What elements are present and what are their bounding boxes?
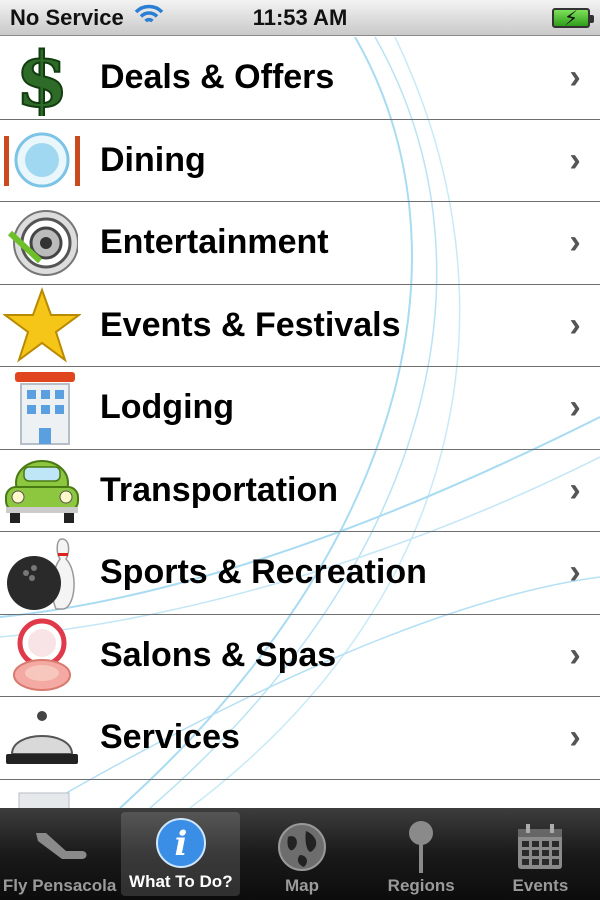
tab-fly-pensacola[interactable]: Fly Pensacola (0, 808, 119, 900)
chevron-right-icon: › (569, 553, 581, 592)
chevron-right-icon: › (569, 223, 581, 262)
list-item-salons-spas[interactable]: Salons & Spas › (0, 615, 600, 697)
list-item-partial[interactable] (0, 780, 600, 808)
list-item-deals[interactable]: $ Deals & Offers › (0, 37, 600, 120)
chevron-right-icon: › (569, 718, 581, 757)
tab-events[interactable]: Events (481, 808, 600, 900)
tab-label: Fly Pensacola (2, 876, 117, 895)
tab-label: Regions (387, 876, 455, 895)
list-item-sports-recreation[interactable]: Sports & Recreation › (0, 532, 600, 615)
list-item-label: Sports & Recreation (100, 553, 427, 592)
compact-icon (0, 616, 84, 694)
chevron-right-icon: › (569, 140, 581, 179)
target-icon (0, 204, 84, 282)
hotel-icon (0, 369, 84, 447)
list-item-label: Services (100, 718, 240, 757)
bowling-icon (0, 534, 84, 612)
status-bar: No Service 11:53 AM ⚡ (0, 0, 600, 36)
list-item-label: Lodging (100, 388, 235, 427)
list-item-label: Events & Festivals (100, 305, 401, 344)
tab-map[interactable]: Map (242, 808, 361, 900)
tab-what-to-do[interactable]: i What To Do? (121, 812, 241, 896)
list-item-label: Entertainment (100, 223, 329, 262)
tab-regions[interactable]: Regions (362, 808, 481, 900)
plate-icon (0, 121, 84, 199)
chevron-right-icon: › (569, 388, 581, 427)
bell-icon (0, 699, 84, 777)
building-icon (0, 781, 84, 808)
wifi-icon (134, 4, 164, 32)
list-item-label: Deals & Offers (100, 58, 335, 97)
svg-text:i: i (174, 824, 187, 864)
star-icon (0, 286, 84, 364)
list-item-label: Salons & Spas (100, 635, 337, 674)
list-item-services[interactable]: Services › (0, 697, 600, 780)
airplane-icon (32, 818, 88, 876)
list-item-dining[interactable]: Dining › (0, 120, 600, 202)
tab-label: Map (285, 876, 319, 895)
pin-icon (401, 818, 441, 876)
list-item-transportation[interactable]: Transportation › (0, 450, 600, 532)
chevron-right-icon: › (569, 470, 581, 509)
info-icon: i (155, 814, 207, 872)
carrier-label: No Service (10, 4, 124, 30)
list-item-lodging[interactable]: Lodging › (0, 367, 600, 450)
globe-icon (276, 818, 328, 876)
tab-bar: Fly Pensacola i What To Do? Map Regions … (0, 808, 600, 900)
svg-text:$: $ (16, 40, 69, 116)
tab-label: What To Do? (129, 872, 233, 891)
chevron-right-icon: › (569, 305, 581, 344)
chevron-right-icon: › (569, 58, 581, 97)
list-item-entertainment[interactable]: Entertainment › (0, 202, 600, 285)
tab-label: Events (512, 876, 569, 895)
list-item-label: Transportation (100, 470, 339, 509)
list-item-label: Dining (100, 140, 206, 179)
category-list[interactable]: $ Deals & Offers › Dining › Entertainmen… (0, 37, 600, 808)
dollar-icon: $ (0, 39, 84, 117)
calendar-icon (514, 818, 566, 876)
battery-charging-icon: ⚡ (552, 7, 594, 30)
car-icon (0, 451, 84, 529)
list-item-events-festivals[interactable]: Events & Festivals › (0, 285, 600, 367)
chevron-right-icon: › (569, 635, 581, 674)
